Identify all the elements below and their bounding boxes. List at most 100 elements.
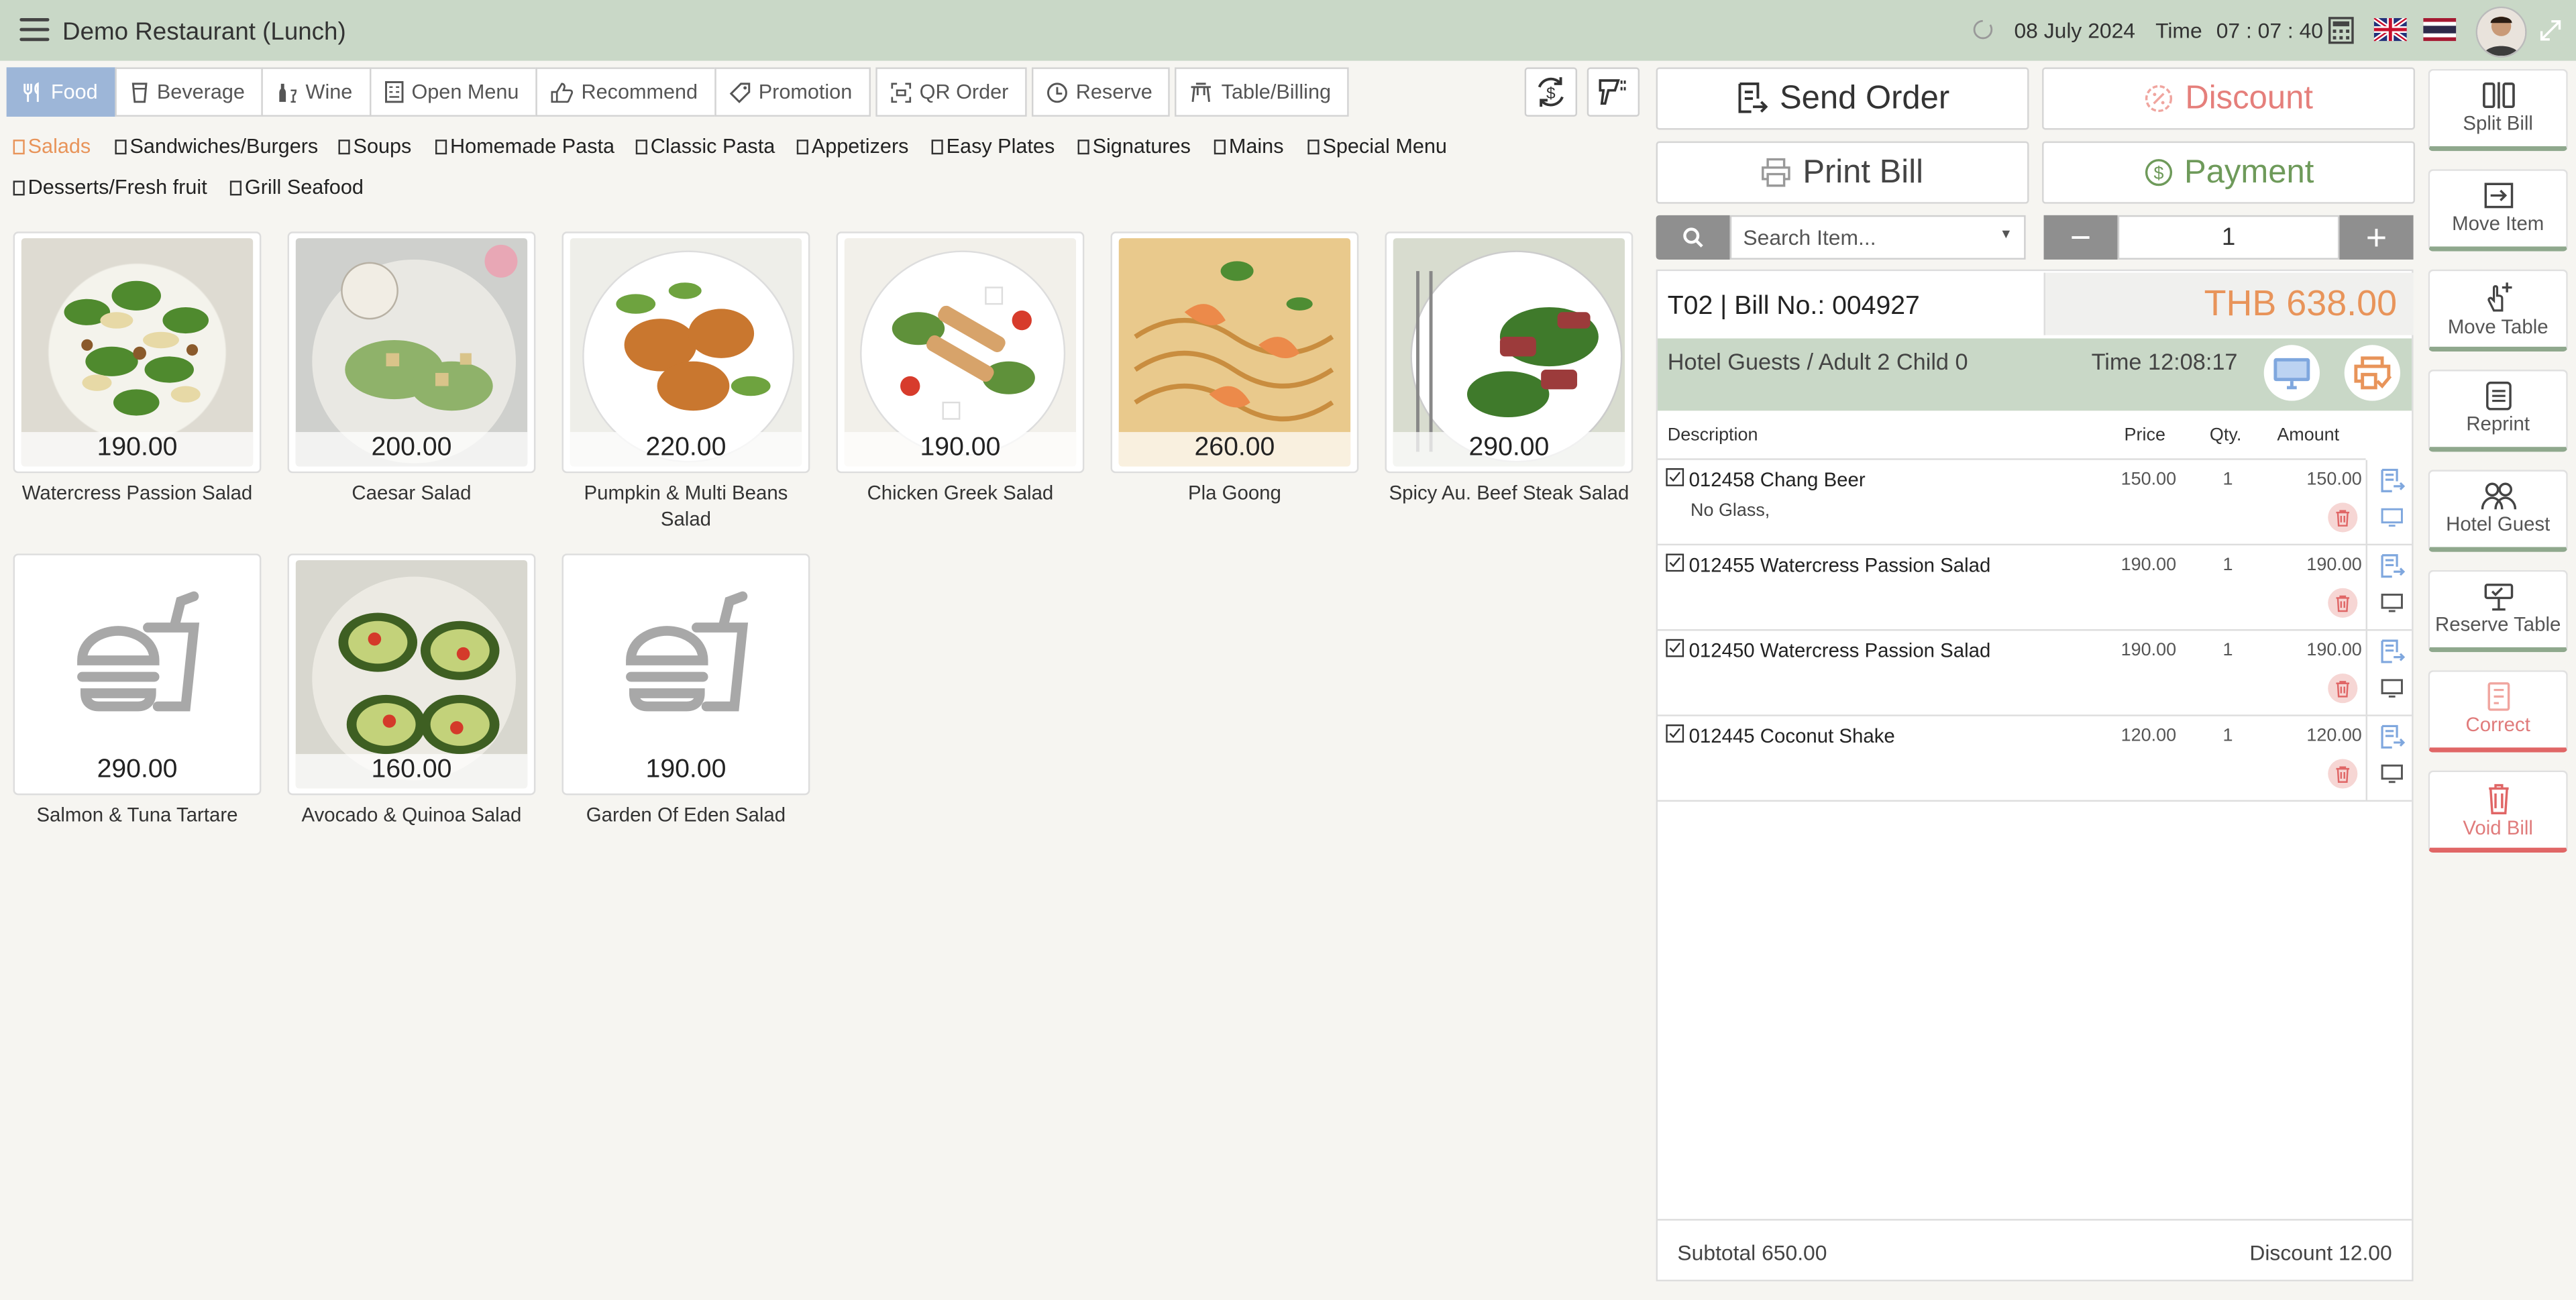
split-bill-icon xyxy=(2481,82,2514,109)
product-card[interactable]: 160.00 Avocado & Quinoa Salad xyxy=(287,553,536,828)
delete-line-button[interactable] xyxy=(2328,588,2358,618)
monitor-icon[interactable] xyxy=(2381,508,2404,527)
product-card[interactable]: 190.00 Watercress Passion Salad xyxy=(13,231,262,506)
bill-line-amount: 120.00 xyxy=(2306,726,2362,746)
tab-label: Food xyxy=(50,80,98,104)
product-card[interactable]: 200.00 Caesar Salad xyxy=(287,231,536,506)
menu-icon[interactable] xyxy=(19,17,50,42)
send-to-kitchen-icon[interactable] xyxy=(2379,468,2406,493)
subcategory-signatures[interactable]: Signatures xyxy=(1077,135,1191,158)
product-card[interactable]: 220.00 Pumpkin & Multi Beans Salad xyxy=(561,231,810,532)
product-name: Chicken Greek Salad xyxy=(867,481,1054,504)
product-name: Caesar Salad xyxy=(352,481,472,504)
bill-line-price: 150.00 xyxy=(2121,470,2177,490)
tab-label: Promotion xyxy=(758,80,853,104)
uk-flag-icon[interactable] xyxy=(2373,17,2407,42)
tab-table-billing[interactable]: Table/Billing xyxy=(1175,67,1349,117)
tab-open-menu[interactable]: Open Menu xyxy=(368,67,537,117)
product-name: Watercress Passion Salad xyxy=(21,481,253,504)
product-tile: 190.00 xyxy=(561,553,810,796)
void-bill-button[interactable]: Void Bill xyxy=(2428,770,2568,853)
tab-food[interactable]: Food xyxy=(6,67,116,117)
subcategory-salads[interactable]: Salads xyxy=(13,135,91,158)
monitor-icon[interactable] xyxy=(2381,593,2404,612)
subcategory-desserts[interactable]: Desserts/Fresh fruit xyxy=(13,176,207,199)
delete-line-button[interactable] xyxy=(2328,759,2358,789)
send-order-button[interactable]: Send Order xyxy=(1656,67,2029,130)
document-icon xyxy=(1307,140,1320,155)
subcategory-easy-plates[interactable]: Easy Plates xyxy=(931,134,1055,158)
subcategory-mains[interactable]: Mains xyxy=(1214,135,1284,158)
subcategory-appetizers[interactable]: Appetizers xyxy=(796,135,908,158)
subcategory-label: Soups xyxy=(353,134,412,158)
tab-promotion[interactable]: Promotion xyxy=(714,67,871,117)
plus-icon: + xyxy=(2365,216,2387,258)
subcategory-sandwiches-burgers[interactable]: Sandwiches/Burgers xyxy=(115,135,318,158)
send-to-kitchen-icon[interactable] xyxy=(2379,724,2406,749)
product-price: 160.00 xyxy=(295,754,528,789)
quantity-plus-button[interactable]: + xyxy=(2339,215,2414,260)
delete-line-button[interactable] xyxy=(2328,502,2358,533)
wine-icon xyxy=(279,83,297,102)
sync-menu-button[interactable]: $ xyxy=(1524,67,1578,117)
tab-beverage[interactable]: Beverage xyxy=(114,67,263,117)
top-bar: Demo Restaurant (Lunch) 08 July 2024 Tim… xyxy=(0,0,2576,61)
kitchen-print-button[interactable] xyxy=(2344,345,2400,401)
thai-flag-icon[interactable] xyxy=(2423,17,2457,42)
product-card[interactable]: 190.00 Chicken Greek Salad xyxy=(836,231,1085,506)
move-table-button[interactable]: Move Table xyxy=(2428,269,2568,352)
bill-line[interactable]: 012458 Chang Beer No Glass, 150.00 1 150… xyxy=(1658,459,2412,546)
bill-line[interactable]: 012455 Watercress Passion Salad 190.00 1… xyxy=(1658,545,2412,631)
side-label: Split Bill xyxy=(2463,111,2533,135)
correct-icon xyxy=(2487,682,2510,711)
scanner-button[interactable] xyxy=(1587,67,1640,117)
product-card[interactable]: 290.00 Salmon & Tuna Tartare xyxy=(13,553,262,828)
hotel-guest-button[interactable]: Hotel Guest xyxy=(2428,470,2568,552)
product-card[interactable]: 290.00 Spicy Au. Beef Steak Salad xyxy=(1385,231,1633,506)
send-to-kitchen-icon[interactable] xyxy=(2379,553,2406,578)
product-tile: 160.00 xyxy=(287,553,536,796)
subcategory-grill-seafood[interactable]: Grill Seafood xyxy=(229,176,364,199)
checklist-icon xyxy=(1666,639,1684,657)
tab-recommend[interactable]: Recommend xyxy=(535,67,716,117)
product-card[interactable]: 190.00 Garden Of Eden Salad xyxy=(561,553,810,828)
delete-line-button[interactable] xyxy=(2328,673,2358,704)
sync-icon[interactable] xyxy=(1972,18,1994,41)
calculator-icon[interactable] xyxy=(2328,16,2354,44)
print-bill-button[interactable]: Print Bill xyxy=(1656,141,2029,204)
subcategory-soups[interactable]: Soups xyxy=(338,135,411,158)
monitor-icon[interactable] xyxy=(2381,678,2404,698)
move-item-button[interactable]: Move Item xyxy=(2428,169,2568,252)
monitor-icon[interactable] xyxy=(2381,764,2404,783)
send-order-label: Send Order xyxy=(1779,79,1950,116)
subcategory-classic-pasta[interactable]: Classic Pasta xyxy=(635,135,775,158)
tab-reserve[interactable]: Reserve xyxy=(1031,67,1171,117)
bill-line-amount: 190.00 xyxy=(2306,641,2362,661)
subcategory-label: Easy Plates xyxy=(946,134,1055,158)
utensils-icon xyxy=(23,81,39,101)
discount-button[interactable]: Discount xyxy=(2042,67,2416,130)
send-order-icon xyxy=(1739,82,1768,113)
payment-button[interactable]: $ Payment xyxy=(2042,141,2416,204)
bill-line[interactable]: 012450 Watercress Passion Salad 190.00 1… xyxy=(1658,631,2412,716)
bill-line-qty: 1 xyxy=(2222,641,2233,661)
user-avatar[interactable] xyxy=(2475,6,2527,58)
subcategory-homemade-pasta[interactable]: Homemade Pasta xyxy=(435,135,614,158)
quantity-minus-button[interactable]: − xyxy=(2043,215,2118,260)
search-button[interactable] xyxy=(1656,215,1730,260)
send-to-kitchen-icon[interactable] xyxy=(2379,639,2406,664)
fullscreen-icon[interactable] xyxy=(2540,19,2561,41)
tab-qr-order[interactable]: QR Order xyxy=(875,67,1027,117)
split-bill-button[interactable]: Split Bill xyxy=(2428,68,2568,152)
display-button[interactable] xyxy=(2263,345,2320,401)
reprint-button[interactable]: Reprint xyxy=(2428,370,2568,452)
tab-wine[interactable]: Wine xyxy=(261,67,371,117)
correct-button[interactable]: Correct xyxy=(2428,670,2568,753)
product-card[interactable]: 260.00 Pla Goong xyxy=(1110,231,1359,506)
subcategory-special-menu[interactable]: Special Menu xyxy=(1307,135,1447,158)
quantity-input[interactable]: 1 xyxy=(2117,215,2340,260)
bill-line[interactable]: 012445 Coconut Shake 120.00 1 120.00 xyxy=(1658,716,2412,802)
document-icon xyxy=(435,140,447,155)
search-item-input[interactable]: Search Item... ▼ xyxy=(1729,215,2026,260)
reserve-table-button[interactable]: Reserve Table xyxy=(2428,570,2568,653)
